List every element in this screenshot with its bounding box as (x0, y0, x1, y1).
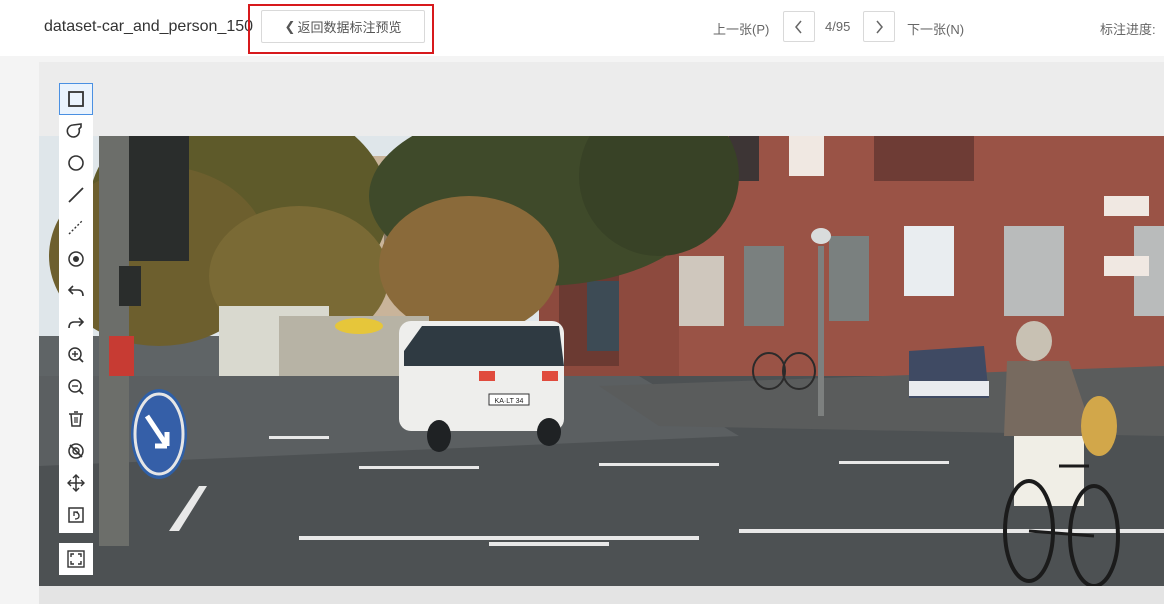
hide-tool[interactable] (59, 435, 93, 467)
point-tool[interactable] (59, 243, 93, 275)
circle-icon (68, 155, 84, 171)
polygon-tool[interactable] (59, 115, 93, 147)
line-tool[interactable] (59, 179, 93, 211)
trash-icon (69, 411, 83, 427)
next-image-button[interactable] (863, 11, 895, 42)
fullscreen-icon (67, 550, 85, 568)
back-button-label: 返回数据标注预览 (297, 20, 402, 35)
license-plate: KA·LT 34 (495, 398, 524, 405)
redo-icon (68, 317, 85, 329)
prev-image-button[interactable] (783, 11, 815, 42)
circle-tool[interactable] (59, 147, 93, 179)
zoom-in-icon (68, 347, 84, 363)
move-icon (67, 474, 85, 492)
page-indicator: 4/95 (825, 19, 851, 34)
chevron-left-icon: ❮ (284, 18, 296, 34)
next-image-label[interactable]: 下一张(N) (907, 19, 964, 38)
zoom-out-tool[interactable] (59, 371, 93, 403)
chevron-right-icon (876, 20, 883, 33)
undo-icon (67, 285, 84, 297)
delete-tool[interactable] (59, 403, 93, 435)
square-icon (68, 91, 84, 107)
line-icon (68, 187, 84, 203)
undo-tool[interactable] (59, 275, 93, 307)
chevron-left-icon (795, 20, 802, 33)
street-scene-image: KA·LT 34 (39, 136, 1164, 586)
reset-tool[interactable] (59, 499, 93, 531)
annotation-image[interactable]: KA·LT 34 (39, 136, 1164, 586)
eye-off-icon (68, 443, 84, 459)
top-bar: dataset-car_and_person_150 ❮ 返回数据标注预览 上一… (0, 0, 1164, 56)
annotation-toolbar (59, 83, 93, 533)
annotation-progress-label: 标注进度: (1100, 22, 1156, 37)
reset-icon (68, 507, 84, 523)
polygon-icon (66, 123, 82, 138)
fit-screen-tool[interactable] (59, 543, 93, 575)
dashed-line-tool[interactable] (59, 211, 93, 243)
dashed-line-icon (68, 219, 84, 235)
move-tool[interactable] (59, 467, 93, 499)
prev-image-label[interactable]: 上一张(P) (713, 19, 769, 38)
dataset-title: dataset-car_and_person_150 (44, 18, 254, 35)
redo-tool[interactable] (59, 307, 93, 339)
canvas-bottom-strip (39, 586, 1164, 604)
zoom-in-tool[interactable] (59, 339, 93, 371)
zoom-out-icon (68, 379, 84, 395)
back-to-preview-button[interactable]: ❮ 返回数据标注预览 (261, 10, 425, 43)
point-icon (68, 251, 84, 267)
rectangle-tool[interactable] (59, 83, 93, 115)
